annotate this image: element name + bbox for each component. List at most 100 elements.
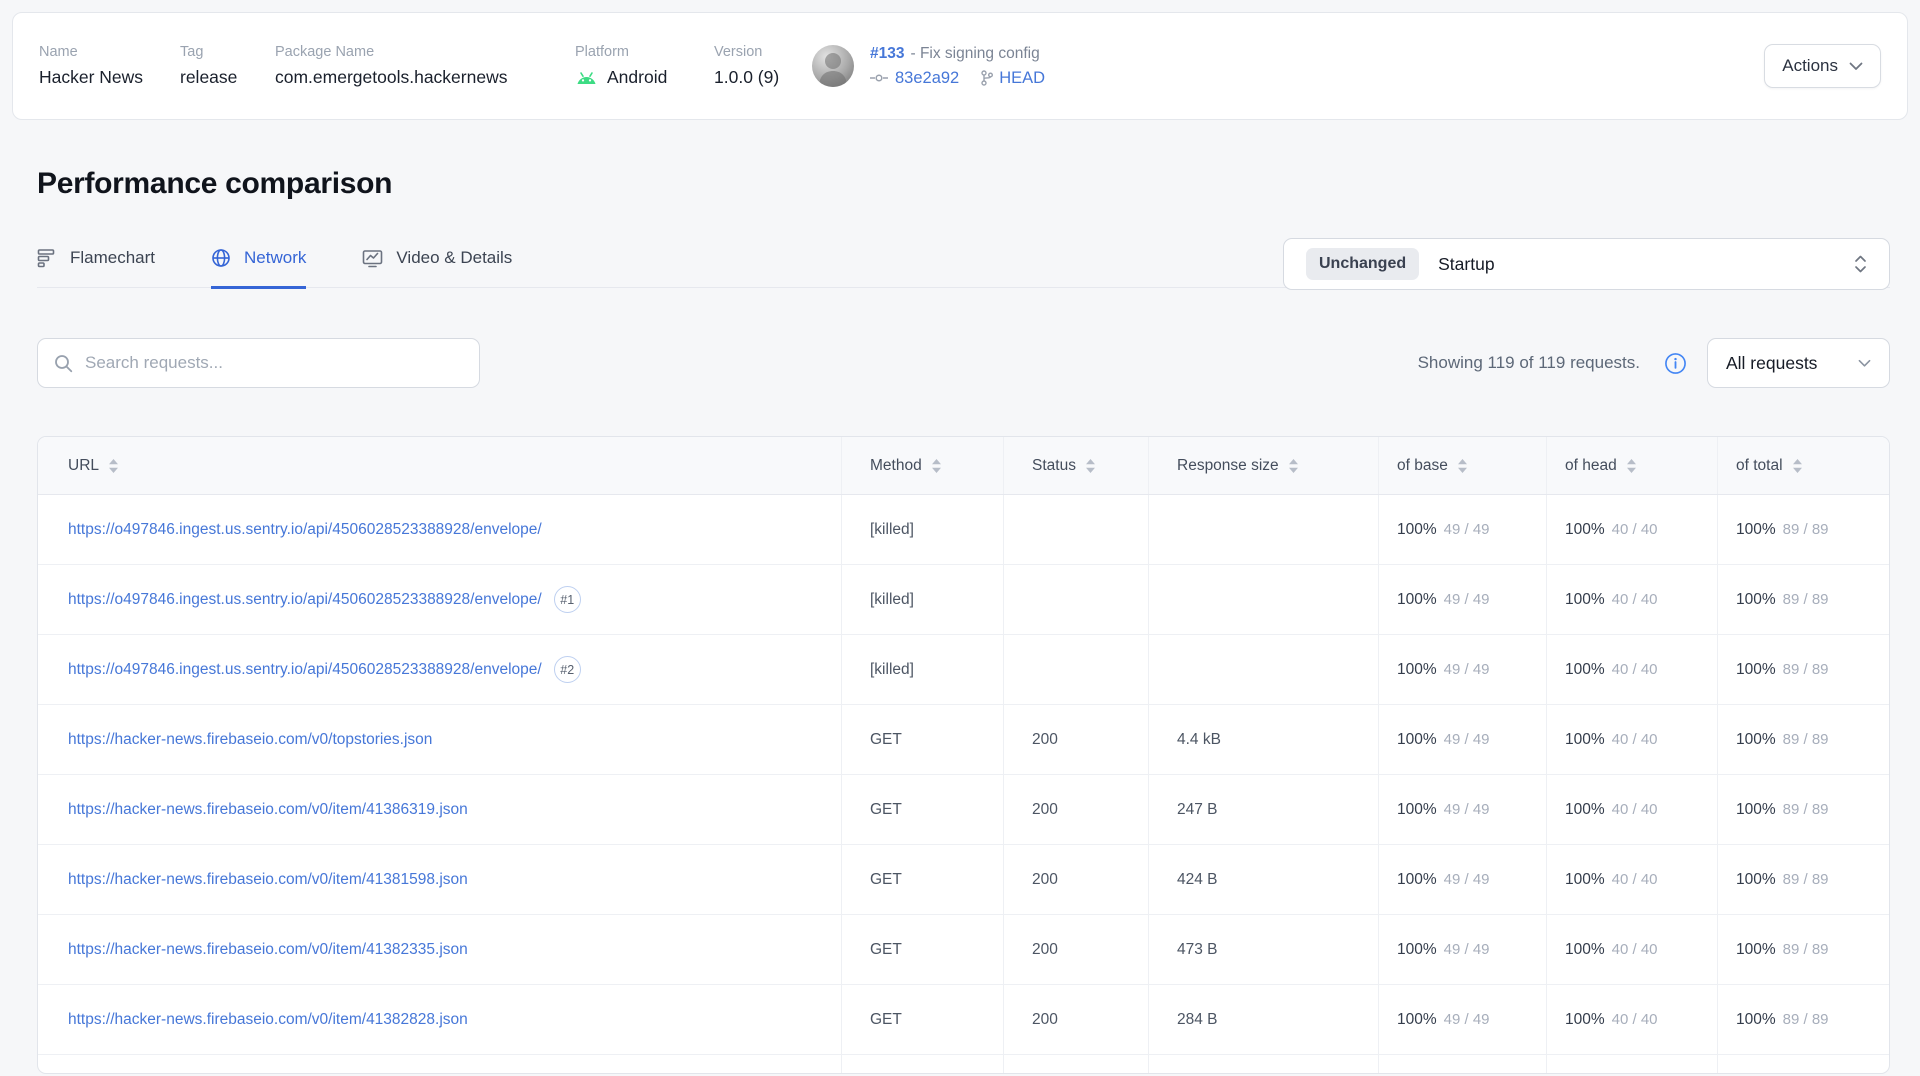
column-label: of head — [1565, 457, 1617, 475]
of-head-cell: 100% 40 / 40 — [1546, 775, 1717, 844]
of-head-percent: 100% — [1565, 941, 1605, 959]
branch-icon — [980, 70, 993, 86]
of-head-cell: 100% 40 / 40 — [1546, 845, 1717, 914]
of-total-cell: 100% 89 / 89 — [1717, 495, 1890, 564]
response-size-cell — [1148, 495, 1378, 564]
name-label: Name — [39, 44, 180, 60]
table-row: https://hacker-news.firebaseio.com/v0/it… — [38, 985, 1889, 1055]
of-base-cell: 100% 49 / 49 — [1378, 915, 1546, 984]
request-url-link[interactable]: https://hacker-news.firebaseio.com/v0/to… — [68, 731, 432, 749]
url-cell: https://hacker-news.firebaseio.com/v0/it… — [38, 845, 841, 914]
of-base-fraction: 49 / 49 — [1444, 521, 1490, 538]
request-url-link[interactable]: https://o497846.ingest.us.sentry.io/api/… — [68, 661, 542, 679]
head-link[interactable]: HEAD — [999, 69, 1045, 88]
request-url-link[interactable]: https://o497846.ingest.us.sentry.io/api/… — [68, 591, 542, 609]
column-header-response-size[interactable]: Response size — [1148, 437, 1378, 494]
status-cell — [1003, 635, 1148, 704]
video-details-icon — [362, 248, 383, 268]
search-input[interactable] — [85, 353, 463, 373]
response-size-cell: 424 B — [1148, 845, 1378, 914]
column-label: of base — [1397, 457, 1448, 475]
of-head-percent: 100% — [1565, 661, 1605, 679]
table-row: https://o497846.ingest.us.sentry.io/api/… — [38, 635, 1889, 705]
request-url-link[interactable]: https://hacker-news.firebaseio.com/v0/it… — [68, 1011, 468, 1029]
commit-sha-link[interactable]: 83e2a92 — [895, 69, 959, 88]
chevron-down-icon — [1849, 62, 1863, 71]
of-head-cell: 100% 40 / 40 — [1546, 495, 1717, 564]
of-head-cell: 100% 40 / 40 — [1546, 565, 1717, 634]
response-size-cell: 284 B — [1148, 985, 1378, 1054]
of-total-fraction: 89 / 89 — [1783, 591, 1829, 608]
of-head-percent: 100% — [1565, 591, 1605, 609]
of-total-percent: 100% — [1736, 871, 1776, 889]
tab-network[interactable]: Network — [211, 248, 306, 289]
platform-text: Android — [607, 67, 667, 88]
filter-all-requests-button[interactable]: All requests — [1707, 338, 1890, 388]
table-row: https://o497846.ingest.us.sentry.io/api/… — [38, 565, 1889, 635]
column-header-of-total[interactable]: of total — [1717, 437, 1890, 494]
of-total-percent: 100% — [1736, 941, 1776, 959]
column-header-status[interactable]: Status — [1003, 437, 1148, 494]
of-total-cell: 100% 89 / 89 — [1717, 705, 1890, 774]
request-url-link[interactable]: https://hacker-news.firebaseio.com/v0/it… — [68, 871, 468, 889]
response-size-cell: 473 B — [1148, 915, 1378, 984]
info-icon[interactable] — [1664, 352, 1687, 375]
status-cell — [1003, 565, 1148, 634]
request-url-link[interactable]: https://hacker-news.firebaseio.com/v0/it… — [68, 941, 468, 959]
of-total-fraction: 89 / 89 — [1783, 1011, 1829, 1028]
column-label: Status — [1032, 457, 1076, 475]
column-label: URL — [68, 457, 99, 475]
of-base-percent: 100% — [1397, 801, 1437, 819]
of-total-cell: 100% 89 / 89 — [1717, 635, 1890, 704]
of-head-fraction: 40 / 40 — [1612, 661, 1658, 678]
of-base-percent: 100% — [1397, 521, 1437, 539]
of-base-fraction: 49 / 49 — [1444, 591, 1490, 608]
of-base-fraction: 49 / 49 — [1444, 661, 1490, 678]
sort-icon — [932, 459, 941, 473]
of-head-cell: 100% 40 / 40 — [1546, 635, 1717, 704]
of-base-cell: 100% 49 / 49 — [1378, 635, 1546, 704]
of-base-percent: 100% — [1397, 941, 1437, 959]
build-header-card: Name Hacker News Tag release Package Nam… — [12, 12, 1908, 120]
column-header-of-base[interactable]: of base — [1378, 437, 1546, 494]
tag-field: Tag release — [180, 44, 275, 88]
search-box[interactable] — [37, 338, 480, 388]
chevron-updown-icon — [1854, 254, 1867, 274]
package-name-label: Package Name — [275, 44, 575, 60]
column-header-method[interactable]: Method — [841, 437, 1003, 494]
column-label: Method — [870, 457, 922, 475]
of-total-cell: 100% 89 / 89 — [1717, 775, 1890, 844]
pr-number-link[interactable]: #133 — [870, 45, 904, 63]
of-base-fraction: 49 / 49 — [1444, 871, 1490, 888]
of-head-fraction: 40 / 40 — [1612, 521, 1658, 538]
of-head-fraction: 40 / 40 — [1612, 1011, 1658, 1028]
status-cell: 200 — [1003, 775, 1148, 844]
method-cell: GET — [841, 775, 1003, 844]
of-total-fraction: 89 / 89 — [1783, 661, 1829, 678]
table-row: https://hacker-news.firebaseio.com/v0/it… — [38, 775, 1889, 845]
tab-video-details[interactable]: Video & Details — [362, 248, 512, 289]
tab-flamechart[interactable]: Flamechart — [37, 248, 155, 289]
of-base-percent: 100% — [1397, 661, 1437, 679]
table-row-partial — [38, 1055, 1889, 1073]
url-cell: https://hacker-news.firebaseio.com/v0/it… — [38, 985, 841, 1054]
status-cell: 200 — [1003, 845, 1148, 914]
of-head-fraction: 40 / 40 — [1612, 591, 1658, 608]
table-row: https://hacker-news.firebaseio.com/v0/it… — [38, 845, 1889, 915]
comparison-select[interactable]: Unchanged Startup — [1283, 238, 1890, 290]
of-total-cell: 100% 89 / 89 — [1717, 845, 1890, 914]
of-head-percent: 100% — [1565, 731, 1605, 749]
request-url-link[interactable]: https://o497846.ingest.us.sentry.io/api/… — [68, 521, 542, 539]
of-head-percent: 100% — [1565, 521, 1605, 539]
of-total-percent: 100% — [1736, 661, 1776, 679]
response-size-cell: 4.4 kB — [1148, 705, 1378, 774]
duplicate-count-badge: #1 — [554, 586, 581, 613]
package-name-value: com.emergetools.hackernews — [275, 67, 575, 88]
url-cell: https://hacker-news.firebaseio.com/v0/it… — [38, 915, 841, 984]
table-row: https://o497846.ingest.us.sentry.io/api/… — [38, 495, 1889, 565]
column-header-url[interactable]: URL — [38, 437, 841, 494]
of-head-fraction: 40 / 40 — [1612, 731, 1658, 748]
request-url-link[interactable]: https://hacker-news.firebaseio.com/v0/it… — [68, 801, 468, 819]
column-header-of-head[interactable]: of head — [1546, 437, 1717, 494]
actions-button[interactable]: Actions — [1764, 44, 1881, 88]
